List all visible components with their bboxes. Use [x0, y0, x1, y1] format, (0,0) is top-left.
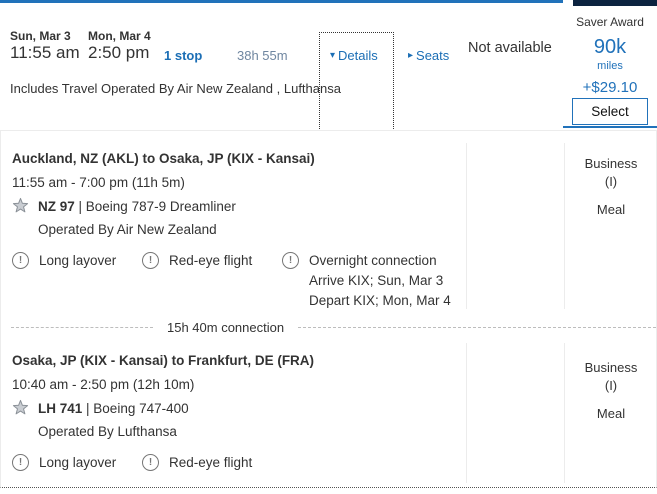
select-button[interactable]: Select — [572, 98, 648, 125]
warning-overnight-connection: ! Overnight connection Arrive KIX; Sun, … — [282, 251, 451, 311]
warning-icon: ! — [142, 252, 159, 269]
operated-by-label: Operated By Lufthansa — [38, 424, 177, 439]
warning-label: Red-eye flight — [169, 251, 252, 271]
availability-status: Not available — [468, 40, 552, 56]
amenity-meal: Meal — [564, 405, 657, 423]
warning-long-layover: ! Long layover — [12, 453, 116, 473]
fare-cash-surcharge: +$29.10 — [563, 79, 657, 96]
warning-red-eye: ! Red-eye flight — [142, 251, 252, 271]
arrive-date: Mon, Mar 4 — [88, 29, 151, 43]
flight-details-panel: Auckland, NZ (AKL) to Osaka, JP (KIX - K… — [0, 130, 657, 488]
seats-toggle-button[interactable]: ▸ Seats — [408, 48, 449, 63]
fare-miles-value: 90k — [563, 37, 657, 57]
warning-label: Overnight connection Arrive KIX; Sun, Ma… — [309, 251, 451, 311]
warning-title: Overnight connection — [309, 251, 451, 271]
operated-by-label: Operated By Air New Zealand — [38, 222, 217, 237]
booking-class: (I) — [564, 173, 657, 191]
segment-times: 11:55 am - 7:00 pm (11h 5m) — [12, 175, 185, 190]
segment-times: 10:40 am - 2:50 pm (12h 10m) — [12, 377, 194, 392]
operated-by-note: Includes Travel Operated By Air New Zeal… — [10, 81, 341, 96]
top-accent-bar — [0, 0, 563, 3]
details-toggle-button[interactable]: ▾ Details — [330, 48, 378, 63]
cabin-class: Business — [564, 155, 657, 173]
depart-time: 11:55 am — [10, 43, 80, 63]
segment-route: Auckland, NZ (AKL) to Osaka, JP (KIX - K… — [12, 151, 315, 166]
flight-number-aircraft: LH 741 | Boeing 747-400 — [38, 401, 189, 416]
aircraft-type: Boeing 747-400 — [93, 401, 188, 416]
amenity-meal: Meal — [564, 201, 657, 219]
flight-separator: | — [82, 401, 93, 416]
flight-separator: | — [75, 199, 86, 214]
connection-label: 15h 40m connection — [167, 320, 284, 335]
fare-type-label: Saver Award — [563, 15, 657, 29]
column-divider — [466, 343, 467, 483]
warning-detail-arrive: Arrive KIX; Sun, Mar 3 — [309, 271, 451, 291]
warning-icon: ! — [142, 454, 159, 471]
warning-label: Long layover — [39, 251, 116, 271]
flight-number: NZ 97 — [38, 199, 75, 214]
depart-date: Sun, Mar 3 — [10, 29, 71, 43]
chevron-down-icon: ▾ — [330, 51, 335, 61]
flight-number: LH 741 — [38, 401, 82, 416]
star-alliance-icon — [12, 399, 29, 416]
fare-miles-unit: miles — [563, 60, 657, 72]
warning-label: Long layover — [39, 453, 116, 473]
arrive-time: 2:50 pm — [88, 43, 149, 63]
warning-icon: ! — [282, 252, 299, 269]
warning-long-layover: ! Long layover — [12, 251, 116, 271]
cabin-info: Business (I) Meal — [564, 359, 657, 423]
seats-toggle-label: Seats — [416, 48, 449, 63]
details-toggle-label: Details — [338, 48, 378, 63]
cabin-class: Business — [564, 359, 657, 377]
warning-detail-depart: Depart KIX; Mon, Mar 4 — [309, 291, 451, 311]
segment-route: Osaka, JP (KIX - Kansai) to Frankfurt, D… — [12, 353, 314, 368]
connection-divider: 15h 40m connection — [11, 319, 656, 335]
dashed-line — [298, 327, 656, 328]
flight-number-aircraft: NZ 97 | Boeing 787-9 Dreamliner — [38, 199, 236, 214]
trip-duration: 38h 55m — [237, 48, 288, 63]
warning-label: Red-eye flight — [169, 453, 252, 473]
stops-link[interactable]: 1 stop — [164, 48, 202, 63]
dashed-line — [11, 327, 153, 328]
cabin-info: Business (I) Meal — [564, 155, 657, 219]
warning-red-eye: ! Red-eye flight — [142, 453, 252, 473]
aircraft-type: Boeing 787-9 Dreamliner — [86, 199, 236, 214]
booking-class: (I) — [564, 377, 657, 395]
star-alliance-icon — [12, 197, 29, 214]
warning-icon: ! — [12, 454, 29, 471]
chevron-right-icon: ▸ — [408, 51, 413, 61]
warning-icon: ! — [12, 252, 29, 269]
column-divider — [466, 143, 467, 309]
flight-search-result-card: Sun, Mar 3 Mon, Mar 4 11:55 am 2:50 pm 1… — [0, 0, 657, 494]
